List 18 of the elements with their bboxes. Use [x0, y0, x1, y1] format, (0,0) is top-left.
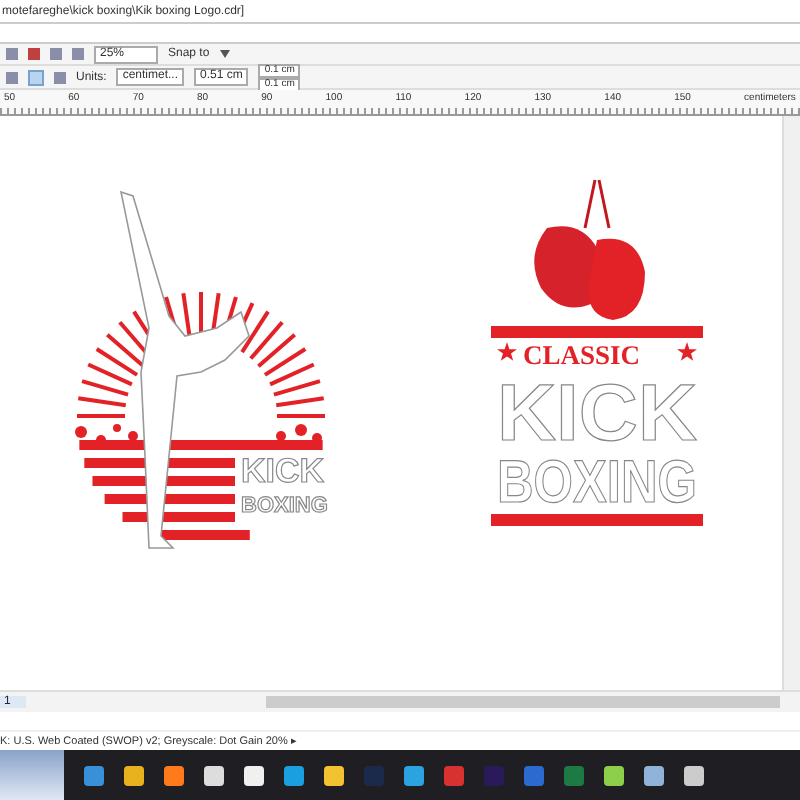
app-icon[interactable] — [204, 765, 224, 786]
app-icon[interactable] — [644, 765, 664, 786]
app-icon[interactable] — [404, 765, 424, 786]
logo-text: CLASSIC — [523, 340, 641, 371]
caret-icon[interactable] — [219, 50, 230, 59]
star-icon — [677, 342, 697, 362]
app-icon[interactable] — [604, 765, 624, 786]
logo-text: BOXING — [241, 494, 328, 519]
app-icon[interactable] — [124, 765, 144, 786]
app-icon[interactable] — [164, 765, 184, 786]
star-icon — [497, 342, 517, 362]
app-icon[interactable] — [244, 765, 264, 786]
logo-text: KICK — [241, 452, 325, 491]
app-icon[interactable] — [324, 765, 344, 786]
app-icon[interactable] — [284, 765, 304, 786]
wallpaper-thumbnail — [0, 750, 64, 800]
boxing-gloves-drawing — [534, 179, 645, 321]
app-icon[interactable] — [684, 765, 704, 786]
